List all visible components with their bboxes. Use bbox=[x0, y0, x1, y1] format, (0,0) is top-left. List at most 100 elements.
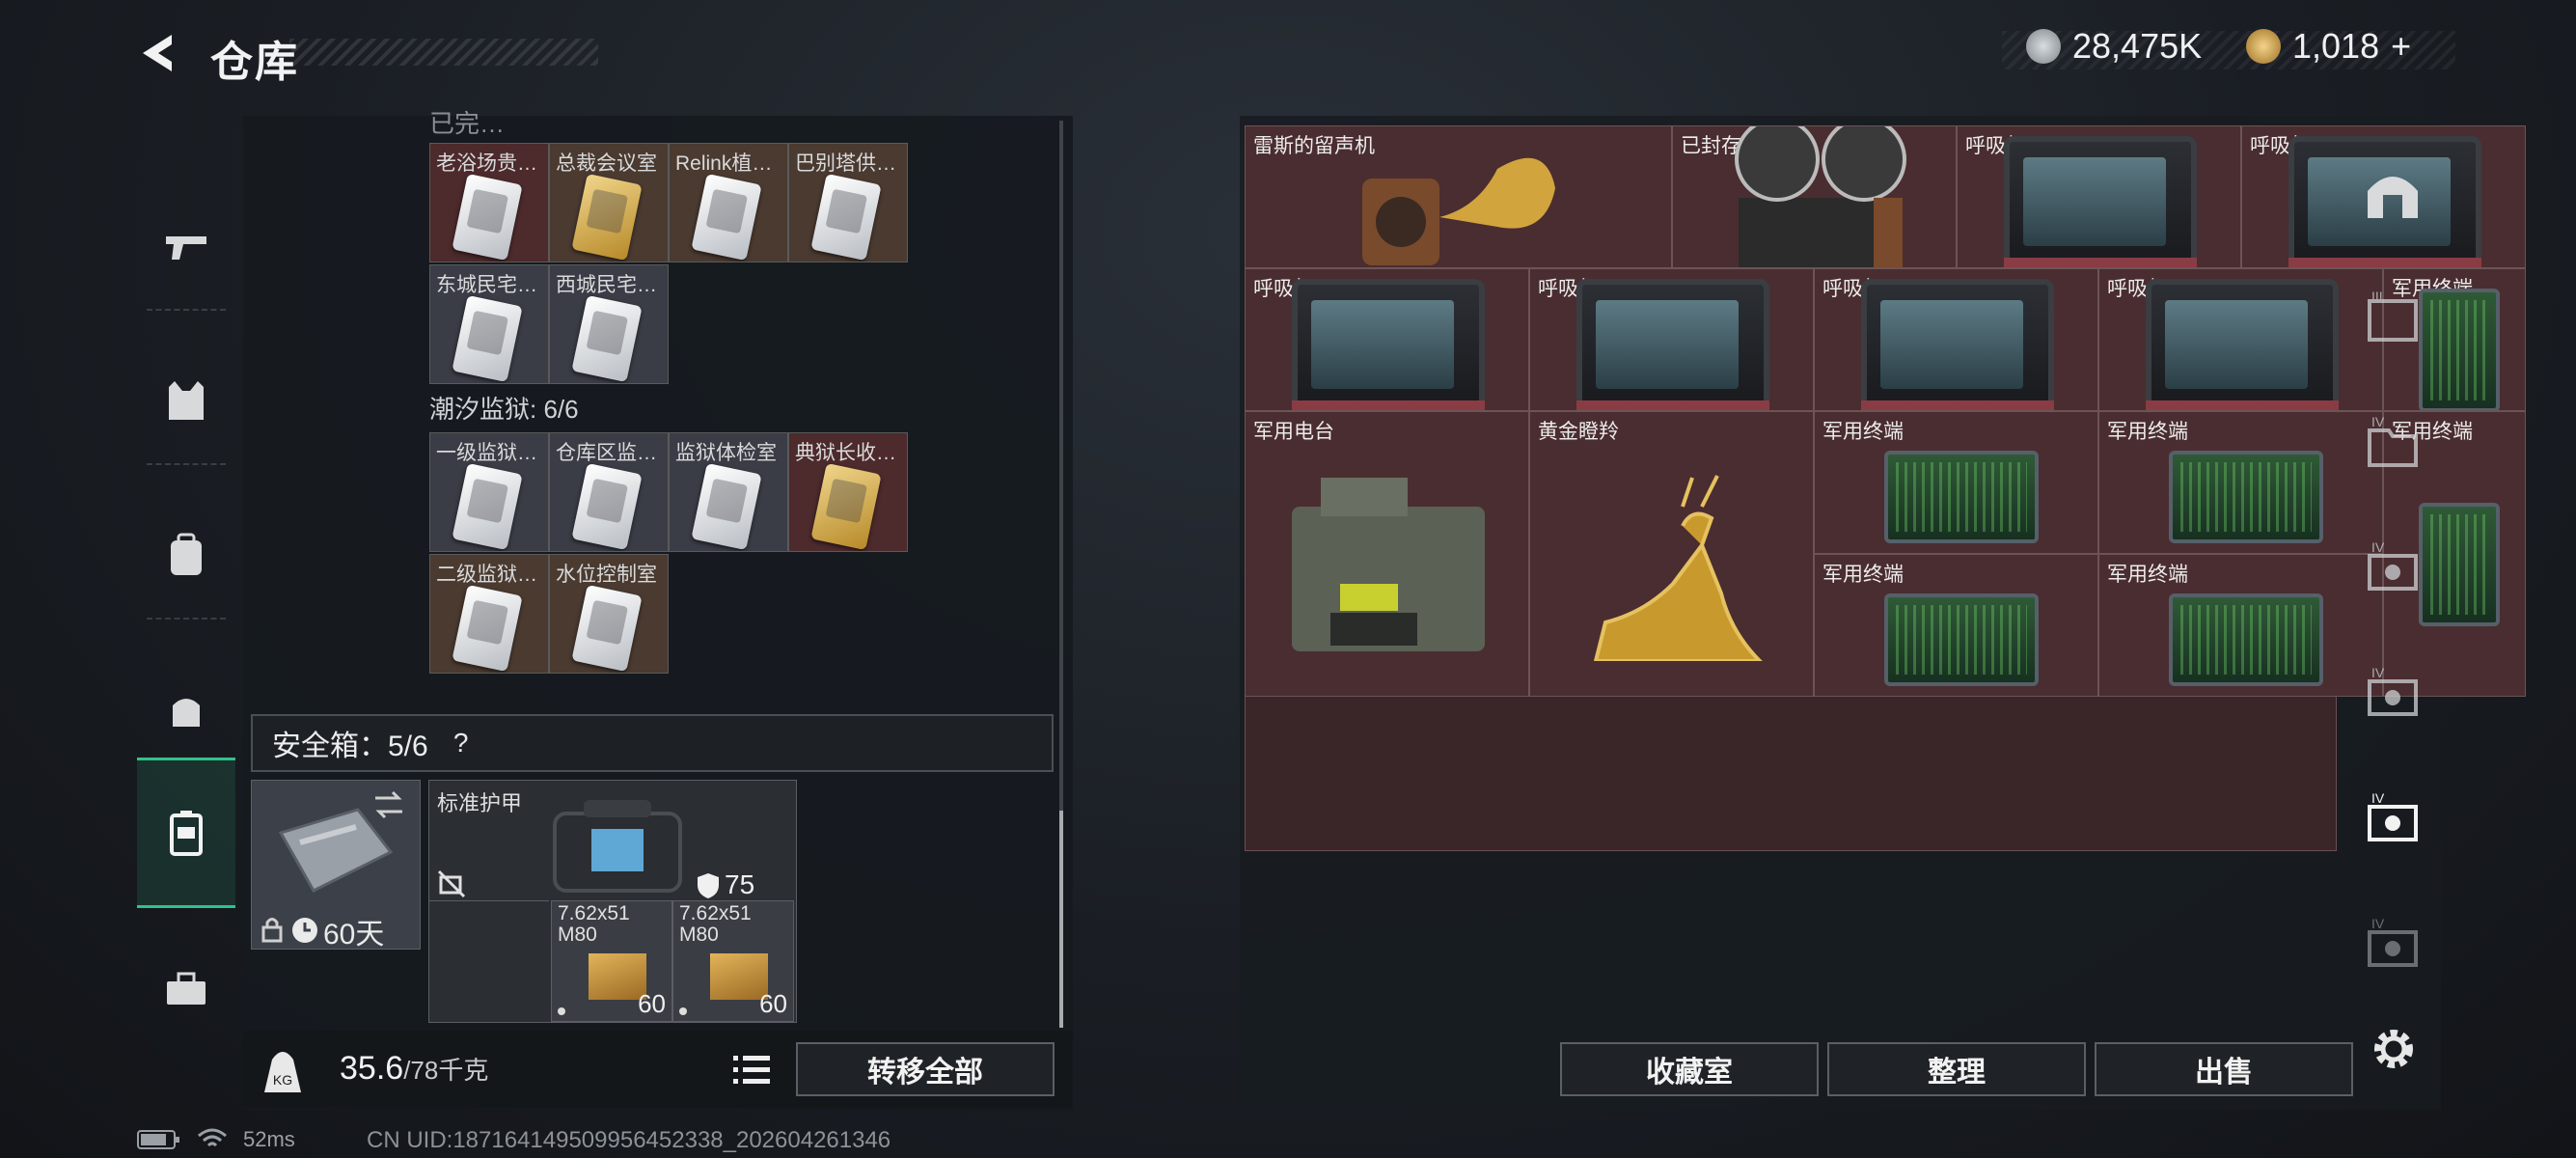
stash-items: 雷斯的留声机已封存音源呼吸机呼吸机呼吸机呼吸机呼吸机呼吸机军用终端军用电台黄金瞪… bbox=[1245, 125, 2526, 849]
tab-vest[interactable] bbox=[137, 328, 235, 473]
keycard-icon bbox=[571, 584, 643, 673]
stash-item-breather[interactable]: 呼吸机 bbox=[1957, 125, 2241, 268]
stash-item-terminal[interactable]: 军用终端 bbox=[2098, 411, 2383, 554]
stash-page-4a-icon[interactable]: IV bbox=[2362, 413, 2424, 475]
safe-box-label: 安全箱：5/6 bbox=[272, 731, 428, 762]
ammo-count: 60 bbox=[759, 989, 787, 1018]
item-label: 军用电台 bbox=[1253, 421, 1334, 443]
stash-page-nav: III IV IV IV IV IV bbox=[2354, 124, 2431, 1050]
stash-item-breather[interactable]: 呼吸机 bbox=[1814, 268, 2098, 411]
keycard-label: 水位控制室 bbox=[556, 564, 657, 586]
breather-icon bbox=[1291, 279, 1485, 410]
gramophone-icon bbox=[1362, 157, 1556, 265]
transfer-all-button[interactable]: 转移全部 bbox=[796, 1042, 1055, 1096]
keycard-label: 一级监狱… bbox=[436, 442, 537, 464]
keycard-icon bbox=[452, 584, 523, 673]
keycard-slot[interactable]: 二级监狱… bbox=[429, 554, 549, 674]
keycard-icon bbox=[691, 462, 762, 551]
stash-page-4c-icon[interactable]: IV bbox=[2362, 664, 2424, 726]
secondary-currency[interactable]: 1,018 + bbox=[2246, 23, 2411, 69]
stash-page-4e-icon[interactable]: IV bbox=[2362, 915, 2424, 977]
safe-box-bar: 安全箱：5/6 ? bbox=[251, 714, 1054, 772]
svg-text:III: III bbox=[2371, 289, 2383, 304]
tab-backpack[interactable] bbox=[137, 482, 235, 627]
category-tabs bbox=[137, 116, 235, 1081]
keycard-slot[interactable]: 东城民宅… bbox=[429, 264, 549, 384]
stash-item-breather[interactable]: 呼吸机 bbox=[2098, 268, 2383, 411]
keycard-slot[interactable]: 典狱长收… bbox=[788, 432, 908, 552]
ammo-slot-2[interactable]: 7.62x51 M80 60 bbox=[672, 900, 794, 1022]
scrollbar-thumb[interactable] bbox=[1059, 811, 1063, 1028]
stash-item-gazelle[interactable]: 黄金瞪羚 bbox=[1529, 411, 1814, 697]
safe-box-days: 60天 bbox=[323, 919, 385, 951]
stash-item-reel[interactable]: 已封存音源 bbox=[1672, 125, 1957, 268]
military-terminal-icon bbox=[2168, 451, 2323, 543]
keycard-icon bbox=[571, 462, 643, 551]
keycard-icon bbox=[571, 294, 643, 383]
stash-home-icon[interactable] bbox=[2362, 162, 2424, 224]
weight-readout: 35.6/78千克 bbox=[340, 1050, 488, 1088]
military-terminal-icon bbox=[1883, 451, 2039, 543]
breather-icon bbox=[2145, 279, 2339, 410]
stash-item-radio[interactable]: 军用电台 bbox=[1245, 411, 1529, 697]
military-terminal-icon bbox=[1883, 593, 2039, 686]
primary-currency-value: 28,475K bbox=[2072, 26, 2203, 66]
ammo-label: 7.62x51 M80 bbox=[679, 902, 752, 946]
stash-item-terminal[interactable]: 军用终端 bbox=[1814, 554, 2098, 697]
keycard-slot[interactable]: 水位控制室 bbox=[549, 554, 669, 674]
stash-page-3-icon[interactable]: III bbox=[2362, 288, 2424, 349]
collection-room-button[interactable]: 收藏室 bbox=[1560, 1042, 1819, 1096]
armor-label: 标准护甲 bbox=[437, 791, 523, 815]
sell-button[interactable]: 出售 bbox=[2095, 1042, 2353, 1096]
svg-text:IV: IV bbox=[2371, 539, 2385, 555]
svg-text:KG: KG bbox=[273, 1072, 292, 1088]
keycard-group-1: 老浴场贵… 总裁会议室 Relink植… 巴别塔供… 东城民宅… 西城民宅… bbox=[429, 143, 912, 386]
keycard-slot[interactable]: 总裁会议室 bbox=[549, 143, 669, 262]
military-terminal-icon bbox=[2168, 593, 2323, 686]
stash-item-terminal[interactable]: 军用终端 bbox=[2098, 554, 2383, 697]
keycard-slot[interactable]: 仓库区监… bbox=[549, 432, 669, 552]
help-button[interactable]: ? bbox=[444, 726, 479, 760]
settings-gear-icon[interactable] bbox=[2368, 1023, 2420, 1075]
keycard-label: 二级监狱… bbox=[436, 564, 537, 586]
armor-durability: 75 bbox=[725, 869, 755, 899]
clock-icon bbox=[292, 918, 317, 943]
tab-safe-box[interactable] bbox=[137, 758, 235, 908]
empty-slot[interactable] bbox=[429, 900, 549, 1021]
silver-coin-icon bbox=[2026, 29, 2061, 64]
keycard-slot[interactable]: 老浴场贵… bbox=[429, 143, 549, 262]
keycard-slot[interactable]: 一级监狱… bbox=[429, 432, 549, 552]
shield-icon bbox=[698, 873, 719, 898]
keycard-slot[interactable]: 西城民宅… bbox=[549, 264, 669, 384]
weight-max: /78千克 bbox=[403, 1056, 489, 1085]
keycard-icon bbox=[452, 294, 523, 383]
stash-page-4b-icon[interactable]: IV bbox=[2362, 538, 2424, 600]
safe-box-item[interactable]: 60天 bbox=[251, 780, 421, 951]
title-decoration bbox=[289, 39, 598, 66]
stash-page-4d-icon[interactable]: IV bbox=[2362, 789, 2424, 851]
stash-item-breather[interactable]: 呼吸机 bbox=[1529, 268, 1814, 411]
armor-slot[interactable]: 标准护甲 75 7.62x51 M80 60 7.62x51 M80 60 bbox=[428, 780, 797, 1023]
ammo-slot-1[interactable]: 7.62x51 M80 60 bbox=[551, 900, 672, 1022]
keycard-slot[interactable]: Relink植… bbox=[669, 143, 788, 262]
ammo-count: 60 bbox=[638, 989, 666, 1018]
keycard-slot[interactable]: 巴别塔供… bbox=[788, 143, 908, 262]
add-currency-plus[interactable]: + bbox=[2391, 26, 2411, 67]
tab-weapons[interactable] bbox=[137, 174, 235, 318]
sort-button[interactable]: 整理 bbox=[1827, 1042, 2086, 1096]
keycard-icon bbox=[691, 173, 762, 262]
keycard-label: 总裁会议室 bbox=[556, 152, 657, 175]
swap-icon[interactable] bbox=[370, 788, 408, 821]
stash-item-terminal[interactable]: 军用终端 bbox=[1814, 411, 2098, 554]
keycard-slot[interactable]: 监狱体检室 bbox=[669, 432, 788, 552]
back-arrow-icon[interactable] bbox=[135, 29, 183, 77]
toolbox-icon bbox=[167, 972, 206, 1005]
stash-item-gramophone[interactable]: 雷斯的留声机 bbox=[1245, 125, 1672, 268]
list-icon[interactable] bbox=[729, 1050, 774, 1090]
svg-text:IV: IV bbox=[2371, 414, 2385, 429]
item-label: 军用终端 bbox=[2107, 421, 2188, 443]
stash-item-breather[interactable]: 呼吸机 bbox=[1245, 268, 1529, 411]
tab-toolbox[interactable] bbox=[137, 917, 235, 1062]
ammo-label: 7.62x51 M80 bbox=[558, 902, 630, 946]
keycard-icon bbox=[810, 462, 882, 551]
